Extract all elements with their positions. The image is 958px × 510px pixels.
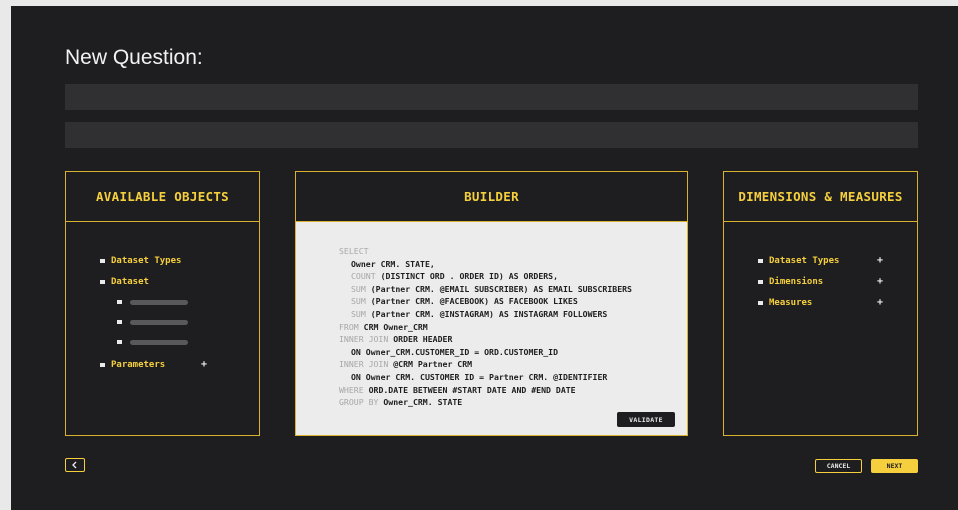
folder-icon	[758, 279, 763, 284]
sql-text: Owner_CRM. STATE	[378, 397, 463, 408]
folder-icon	[117, 300, 122, 304]
folder-icon	[117, 340, 122, 344]
question-description-input[interactable]	[65, 122, 918, 148]
dimensions-measures-tree: Dataset Types + Dimensions + Measures +	[758, 250, 883, 313]
app-frame: New Question: AVAILABLE OBJECTS Dataset …	[11, 6, 958, 510]
sql-text: ON Owner_CRM.CUSTOMER_ID = ORD.CUSTOMER_…	[351, 346, 559, 357]
sql-text: (Partner CRM. @EMAIL SUBSCRIBER) AS EMAI…	[365, 283, 632, 294]
add-parameter-icon[interactable]: +	[201, 359, 207, 370]
available-objects-tree: Dataset Types Dataset Parameters +	[100, 250, 207, 375]
add-measure-icon[interactable]: +	[877, 297, 883, 308]
available-objects-heading: AVAILABLE OBJECTS	[66, 172, 259, 222]
tree-item-label: Parameters	[111, 359, 166, 370]
sql-text: @CRM Partner CRM	[388, 359, 473, 370]
sql-text: Owner CRM. STATE,	[351, 258, 435, 269]
placeholder-line	[130, 319, 188, 325]
folder-icon	[117, 320, 122, 324]
sql-text: (Partner CRM. @INSTAGRAM) AS INSTAGRAM F…	[365, 308, 608, 319]
sql-line: ON Owner CRM. CUSTOMER ID = Partner CRM.…	[339, 371, 632, 384]
chevron-left-icon	[72, 461, 77, 469]
sql-line: COUNT (DISTINCT ORD . ORDER ID) AS ORDER…	[339, 270, 632, 283]
placeholder-line	[130, 339, 188, 345]
sql-line: GROUP BY Owner_CRM. STATE	[339, 396, 632, 409]
cancel-button[interactable]: CANCEL	[815, 459, 862, 473]
sql-line: WHERE ORD.DATE BETWEEN #START DATE AND #…	[339, 384, 632, 397]
add-dimension-icon[interactable]: +	[877, 276, 883, 287]
dimensions-measures-panel: DIMENSIONS & MEASURES Dataset Types + Di…	[723, 171, 918, 436]
tree-item-label: Dimensions	[769, 276, 824, 287]
tree-item-dataset[interactable]: Dataset	[100, 271, 188, 292]
tree-item-dataset-types[interactable]: Dataset Types +	[758, 250, 883, 271]
tree-item-label: Measures	[769, 297, 813, 308]
sql-text: ORDER HEADER	[388, 334, 453, 345]
validate-button[interactable]: VALIDATE	[617, 412, 675, 427]
dataset-child-item[interactable]	[100, 312, 188, 332]
sql-keyword: WHERE	[339, 384, 364, 395]
sql-line: SELECT	[339, 245, 632, 258]
sql-line: ON Owner_CRM.CUSTOMER_ID = ORD.CUSTOMER_…	[339, 346, 632, 359]
sql-keyword: GROUP BY	[339, 397, 379, 408]
sql-text: ORD.DATE BETWEEN #START DATE AND #END DA…	[363, 384, 576, 395]
sql-text: (Partner CRM. @FACEBOOK) AS FACEBOOK LIK…	[365, 296, 578, 307]
sql-line: FROM CRM Owner_CRM	[339, 321, 632, 334]
tree-item-measures[interactable]: Measures +	[758, 292, 883, 313]
sql-line: Owner CRM. STATE,	[339, 258, 632, 271]
dataset-child-item[interactable]	[100, 292, 188, 312]
question-title-input[interactable]	[65, 84, 918, 110]
sql-text: ON Owner CRM. CUSTOMER ID = Partner CRM.…	[351, 371, 608, 382]
sql-keyword: SELECT	[339, 246, 369, 256]
folder-icon	[100, 279, 105, 284]
sql-keyword: SUM	[351, 296, 366, 307]
tree-item-dimensions[interactable]: Dimensions +	[758, 271, 883, 292]
folder-icon	[758, 300, 763, 305]
tree-item-label: Dataset Types	[769, 255, 840, 266]
back-button[interactable]	[65, 458, 85, 472]
sql-keyword: COUNT	[351, 271, 376, 282]
dataset-child-item[interactable]	[100, 332, 188, 352]
builder-heading: BUILDER	[296, 172, 687, 222]
placeholder-line	[130, 299, 188, 305]
next-button[interactable]: NEXT	[871, 459, 918, 473]
add-dataset-type-icon[interactable]: +	[877, 255, 883, 266]
tree-item-dataset-types[interactable]: Dataset Types	[100, 250, 188, 271]
sql-editor[interactable]: SELECT Owner CRM. STATE, COUNT (DISTINCT O…	[296, 222, 687, 435]
folder-icon	[100, 258, 105, 263]
available-objects-panel: AVAILABLE OBJECTS Dataset Types Dataset	[65, 171, 260, 436]
dimensions-measures-heading: DIMENSIONS & MEASURES	[724, 172, 917, 222]
tree-item-label: Dataset Types	[111, 255, 182, 266]
sql-keyword: SUM	[351, 308, 366, 319]
sql-line: SUM (Partner CRM. @FACEBOOK) AS FACEBOOK…	[339, 295, 632, 308]
page-title: New Question:	[65, 46, 203, 69]
builder-panel: BUILDER SELECT Owner CRM. STATE, COUNT (DI…	[295, 171, 688, 436]
folder-icon	[100, 362, 105, 367]
sql-line: INNER JOIN @CRM Partner CRM	[339, 358, 632, 371]
sql-line: INNER JOIN ORDER HEADER	[339, 333, 632, 346]
sql-keyword: INNER JOIN	[339, 334, 389, 345]
sql-line: SUM (Partner CRM. @EMAIL SUBSCRIBER) AS …	[339, 283, 632, 296]
sql-keyword: INNER JOIN	[339, 359, 389, 370]
sql-keyword: SUM	[351, 283, 366, 294]
folder-icon	[758, 258, 763, 263]
sql-text: (DISTINCT ORD . ORDER ID) AS ORDERS,	[375, 271, 559, 282]
sql-code: SELECT Owner CRM. STATE, COUNT (DISTINCT O…	[339, 245, 632, 409]
sql-line: SUM (Partner CRM. @INSTAGRAM) AS INSTAGR…	[339, 308, 632, 321]
tree-item-parameters[interactable]: Parameters +	[100, 354, 207, 375]
sql-text: CRM Owner_CRM	[358, 321, 428, 332]
tree-item-label: Dataset	[111, 276, 149, 287]
sql-keyword: FROM	[339, 321, 359, 332]
